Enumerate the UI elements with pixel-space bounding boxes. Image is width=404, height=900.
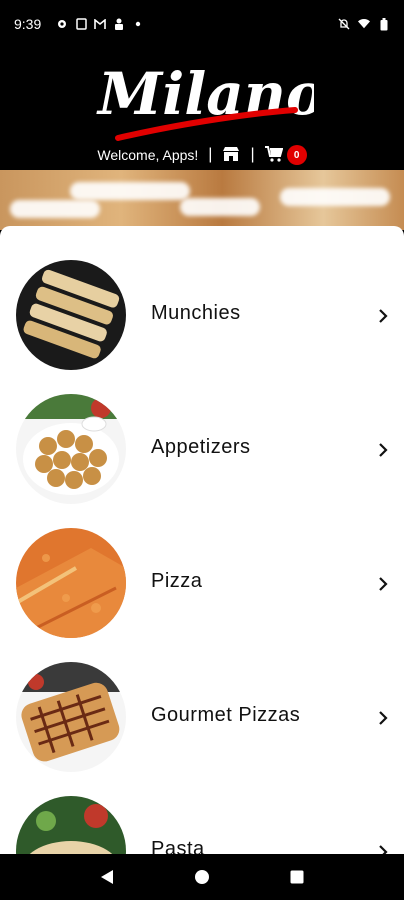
separator: | <box>250 146 255 163</box>
dot-icon <box>132 18 144 30</box>
recents-icon[interactable] <box>287 867 307 887</box>
banner-image <box>0 170 404 230</box>
back-icon[interactable] <box>97 867 117 887</box>
menu-item-label: Pasta <box>151 838 205 854</box>
chevron-right-icon <box>376 308 390 323</box>
welcome-text: Welcome, Apps! <box>97 147 199 163</box>
settings-icon <box>56 18 68 30</box>
home-icon[interactable] <box>192 867 212 887</box>
status-bar: 9:39 <box>0 0 404 48</box>
chevron-right-icon <box>376 442 390 457</box>
mute-icon <box>338 18 350 30</box>
chevron-right-icon <box>376 844 390 854</box>
cart-icon <box>264 145 283 165</box>
menu-item-munchies[interactable]: Munchies <box>0 248 404 382</box>
status-time: 9:39 <box>14 16 42 32</box>
appetizers-image <box>16 394 126 504</box>
cart-count-badge: 0 <box>286 145 307 165</box>
menu-item-label: Appetizers <box>151 436 251 458</box>
menu-item-appetizers[interactable]: Appetizers <box>0 382 404 516</box>
store-icon[interactable] <box>222 146 240 165</box>
chevron-right-icon <box>376 576 390 591</box>
separator: | <box>208 146 213 163</box>
welcome-row: Welcome, Apps! | | 0 <box>0 143 404 167</box>
menu-item-label: Munchies <box>151 302 241 324</box>
menu-item-pasta[interactable]: Pasta <box>0 784 404 854</box>
milano-logo[interactable]: Milano <box>90 52 325 144</box>
chevron-right-icon <box>376 710 390 725</box>
menu-item-gourmet-pizzas[interactable]: Gourmet Pizzas <box>0 650 404 784</box>
svg-text:Milano: Milano <box>96 60 314 128</box>
gourmet-pizzas-image <box>16 662 126 772</box>
person-icon <box>113 18 125 30</box>
gmail-icon <box>94 18 107 30</box>
wifi-icon <box>358 18 370 30</box>
app-header: Milano Welcome, Apps! | | 0 <box>0 48 404 170</box>
munchies-image <box>16 260 126 370</box>
sim-icon <box>75 18 87 30</box>
menu-item-label: Gourmet Pizzas <box>151 704 301 726</box>
menu-item-label: Pizza <box>151 570 203 592</box>
battery-icon <box>378 17 390 30</box>
pizza-image <box>16 528 126 638</box>
menu-item-pizza[interactable]: Pizza <box>0 516 404 650</box>
pasta-image <box>16 796 126 854</box>
cart-button[interactable]: 0 <box>264 145 307 165</box>
menu-list: Munchies Appetizers Pizza Gourmet Pizzas… <box>0 226 404 854</box>
system-nav-bar <box>0 854 404 900</box>
